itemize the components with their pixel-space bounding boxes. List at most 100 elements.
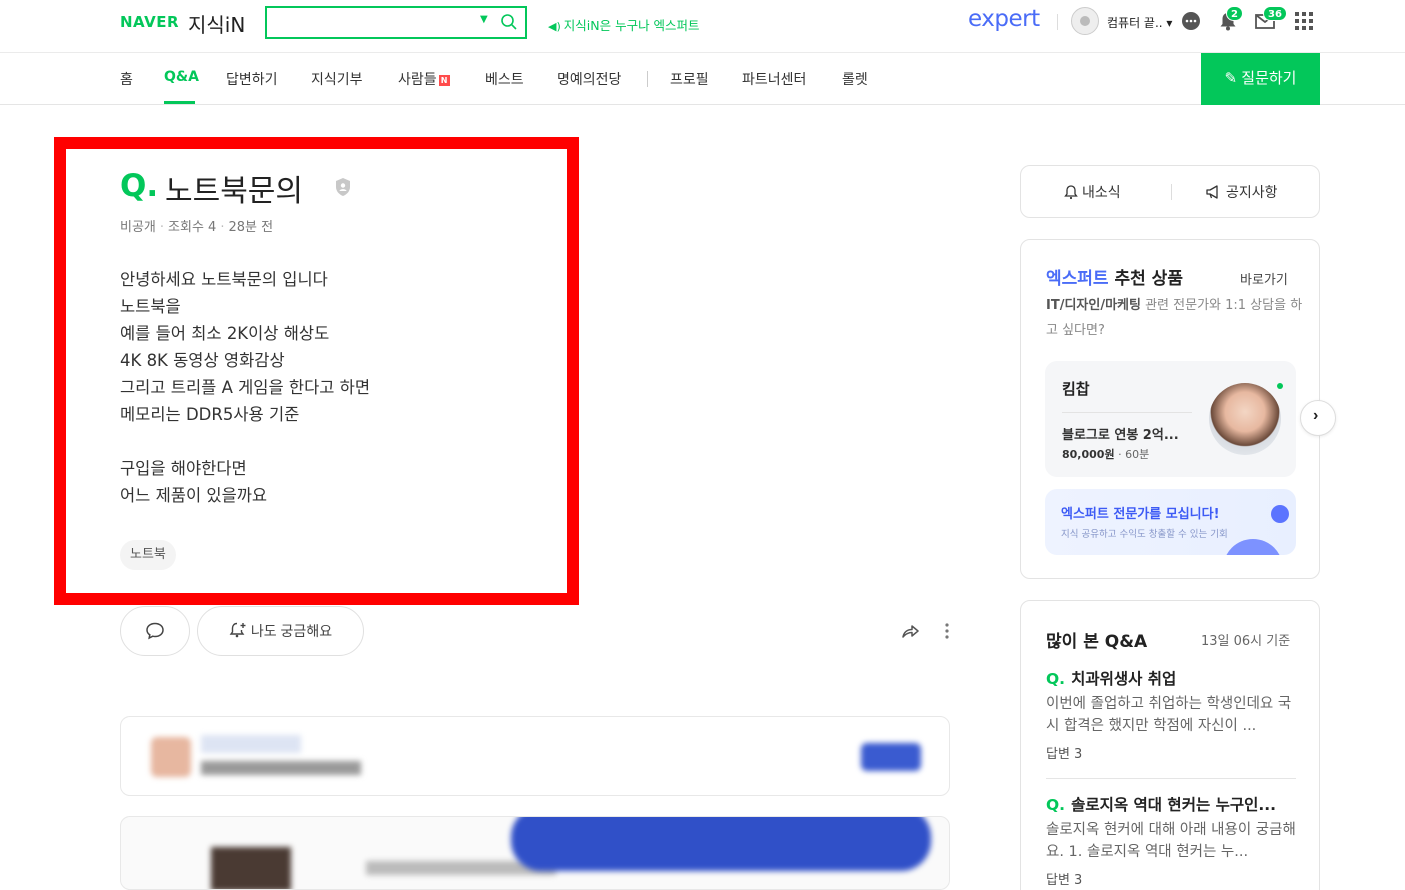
popular-item[interactable]: Q. 치과위생사 취업 이번에 졸업하고 취업하는 학생인데요 국시 합격은 했지… bbox=[1046, 667, 1296, 762]
search-icon[interactable] bbox=[500, 13, 518, 31]
body-line: 4K 8K 동영상 영화감상 bbox=[120, 351, 285, 370]
tab-donate[interactable]: 지식기부 bbox=[311, 69, 363, 89]
tab-hall-of-fame[interactable]: 명예의전당 bbox=[557, 69, 621, 89]
tab-profile[interactable]: 프로필 bbox=[670, 69, 709, 89]
body-line: 구입을 해야한다면 bbox=[120, 459, 247, 478]
tab-answer[interactable]: 답변하기 bbox=[226, 69, 278, 89]
body-line: 노트북을 bbox=[120, 297, 181, 316]
question-body: 안녕하세요 노트북문의 입니다 노트북을 예를 들어 최소 2K이상 해상도 4… bbox=[120, 266, 370, 509]
chat-icon[interactable] bbox=[1180, 10, 1202, 32]
product-divider bbox=[1062, 412, 1192, 413]
question-mark: Q. bbox=[120, 168, 159, 204]
bell-icon bbox=[1064, 185, 1078, 200]
private-shield-icon bbox=[336, 178, 350, 196]
popular-item-title: Q. 치과위생사 취업 bbox=[1046, 670, 1177, 688]
alarm-badge: 2 bbox=[1226, 6, 1243, 21]
comment-icon bbox=[146, 622, 164, 640]
search-dropdown-icon[interactable]: ▼ bbox=[480, 14, 488, 25]
user-name[interactable]: 컴퓨터 끝.. ▾ bbox=[1107, 14, 1172, 31]
question-meta: 비공개 · 조회수 4 · 28분 전 bbox=[120, 220, 274, 235]
tab-best[interactable]: 베스트 bbox=[485, 69, 524, 89]
popular-date: 13일 06시 기준 bbox=[1201, 634, 1291, 649]
notice-link[interactable]: 공지사항 bbox=[1205, 182, 1278, 202]
tab-people[interactable]: 사람들 N bbox=[398, 69, 450, 89]
new-badge: N bbox=[438, 75, 450, 86]
body-line: 예를 들어 최소 2K이상 해상도 bbox=[120, 324, 330, 343]
product-title: 블로그로 연봉 2억... bbox=[1062, 428, 1179, 443]
tab-people-label: 사람들 bbox=[398, 72, 437, 88]
active-tab-indicator bbox=[164, 101, 195, 104]
expert-recruit-banner[interactable]: 엑스퍼트 전문가를 모십니다! 지식 공유하고 수익도 창출할 수 있는 기회 bbox=[1045, 489, 1296, 555]
question-title: 노트북문의 bbox=[165, 174, 303, 209]
top-bar: NAVER 지식iN ▼ ◀) 지식iN은 누구나 엑스퍼트 expert 컴퓨터… bbox=[0, 0, 1405, 53]
popular-divider bbox=[1046, 778, 1296, 779]
ask-question-label: 질문하기 bbox=[1241, 70, 1297, 87]
main-nav: 홈 Q&A 답변하기 지식기부 사람들 N 베스트 명예의전당 프로필 파트너센터… bbox=[0, 53, 1405, 105]
popular-qna-card: 많이 본 Q&A 13일 06시 기준 Q. 치과위생사 취업 이번에 졸업하고 … bbox=[1020, 600, 1320, 890]
speaker-icon: ◀) bbox=[548, 20, 561, 33]
header-divider bbox=[1057, 14, 1058, 30]
more-options-icon[interactable] bbox=[942, 620, 952, 642]
answer-card-blurred bbox=[120, 716, 950, 796]
popular-item-answers: 답변 3 bbox=[1046, 747, 1083, 762]
expert-logo[interactable]: expert bbox=[968, 6, 1040, 32]
tag-chip[interactable]: 노트북 bbox=[120, 540, 176, 570]
popular-item-title: Q. 솔로지옥 역대 현커는 누구인... bbox=[1046, 796, 1277, 814]
body-line: 그리고 트리플 A 게임을 한다고 하면 bbox=[120, 378, 371, 397]
naver-logo[interactable]: NAVER bbox=[120, 13, 179, 31]
megaphone-icon bbox=[1206, 185, 1218, 199]
expert-product-card[interactable]: 킴찹 블로그로 연봉 2억... 80,000원 · 60분 bbox=[1045, 361, 1296, 477]
recruit-title: 엑스퍼트 전문가를 모십니다! bbox=[1061, 507, 1220, 522]
notice-banner[interactable]: ◀) 지식iN은 누구나 엑스퍼트 bbox=[548, 15, 700, 34]
notice-text: 지식iN은 누구나 엑스퍼트 bbox=[563, 18, 700, 33]
online-indicator bbox=[1277, 383, 1283, 389]
recruit-subtitle: 지식 공유하고 수익도 창출할 수 있는 기회 bbox=[1061, 529, 1228, 540]
expert-name: 킴찹 bbox=[1062, 380, 1090, 398]
body-line: 메모리는 DDR5사용 기준 bbox=[120, 405, 300, 424]
popular-item-desc: 솔로지옥 현커에 대해 아래 내용이 궁금해요. 1. 솔로지옥 역대 현커는 … bbox=[1046, 822, 1296, 860]
expert-description: IT/디자인/마케팅 관련 전문가와 1:1 상담을 하고 싶다면? bbox=[1046, 298, 1303, 338]
popular-item-desc: 이번에 졸업하고 취업하는 학생인데요 국시 합격은 했지만 학점에 자신이 .… bbox=[1046, 696, 1292, 734]
expert-shortcut-link[interactable]: 바로가기 bbox=[1240, 269, 1288, 288]
pencil-icon: ✎ bbox=[1224, 70, 1242, 87]
avatar[interactable] bbox=[1071, 7, 1099, 35]
tab-home[interactable]: 홈 bbox=[120, 69, 133, 89]
body-line: 어느 제품이 있을까요 bbox=[120, 486, 268, 505]
my-news-link[interactable]: 내소식 bbox=[1063, 182, 1121, 202]
search-box: ▼ bbox=[265, 6, 527, 39]
product-meta: 80,000원 · 60분 bbox=[1062, 448, 1150, 461]
side-quick-links: 내소식 공지사항 bbox=[1020, 165, 1320, 218]
tab-qna[interactable]: Q&A bbox=[164, 69, 199, 85]
mail-badge: 36 bbox=[1263, 6, 1287, 21]
tab-partner-center[interactable]: 파트너센터 bbox=[742, 69, 806, 89]
notice-label: 공지사항 bbox=[1226, 185, 1278, 201]
chevron-right-icon: › bbox=[1313, 407, 1319, 424]
recruit-arc-graphic bbox=[1223, 539, 1283, 555]
popular-item-answers: 답변 3 bbox=[1046, 873, 1083, 888]
expert-card-title: 엑스퍼트 추천 상품 bbox=[1046, 269, 1183, 289]
view-count: 조회수 4 bbox=[168, 220, 217, 235]
share-icon[interactable] bbox=[899, 620, 921, 642]
tab-roulette[interactable]: 롤렛 bbox=[842, 69, 868, 89]
visibility-label: 비공개 bbox=[120, 220, 156, 235]
grid-menu-icon[interactable] bbox=[1293, 10, 1315, 32]
search-input[interactable] bbox=[267, 8, 467, 37]
popular-item[interactable]: Q. 솔로지옥 역대 현커는 누구인... 솔로지옥 현커에 대해 아래 내용이 … bbox=[1046, 793, 1296, 888]
curious-label: 나도 궁금해요 bbox=[250, 623, 333, 639]
comment-button[interactable] bbox=[120, 606, 190, 656]
my-news-label: 내소식 bbox=[1082, 185, 1121, 201]
post-time: 28분 전 bbox=[228, 220, 274, 235]
body-line bbox=[120, 428, 370, 455]
curious-button[interactable]: 나도 궁금해요 bbox=[197, 606, 364, 656]
answer-card-blurred bbox=[120, 816, 950, 890]
body-line: 안녕하세요 노트북문의 입니다 bbox=[120, 270, 328, 289]
nav-divider bbox=[647, 71, 648, 87]
carousel-next-button[interactable]: › bbox=[1300, 400, 1336, 436]
quick-links-divider bbox=[1171, 184, 1172, 200]
bell-plus-icon bbox=[229, 622, 246, 638]
ask-question-button[interactable]: ✎ 질문하기 bbox=[1201, 53, 1320, 105]
popular-title: 많이 본 Q&A bbox=[1046, 632, 1148, 652]
kin-logo[interactable]: 지식iN bbox=[188, 9, 245, 38]
recruit-dot-graphic bbox=[1271, 505, 1289, 523]
expert-photo bbox=[1209, 383, 1281, 455]
